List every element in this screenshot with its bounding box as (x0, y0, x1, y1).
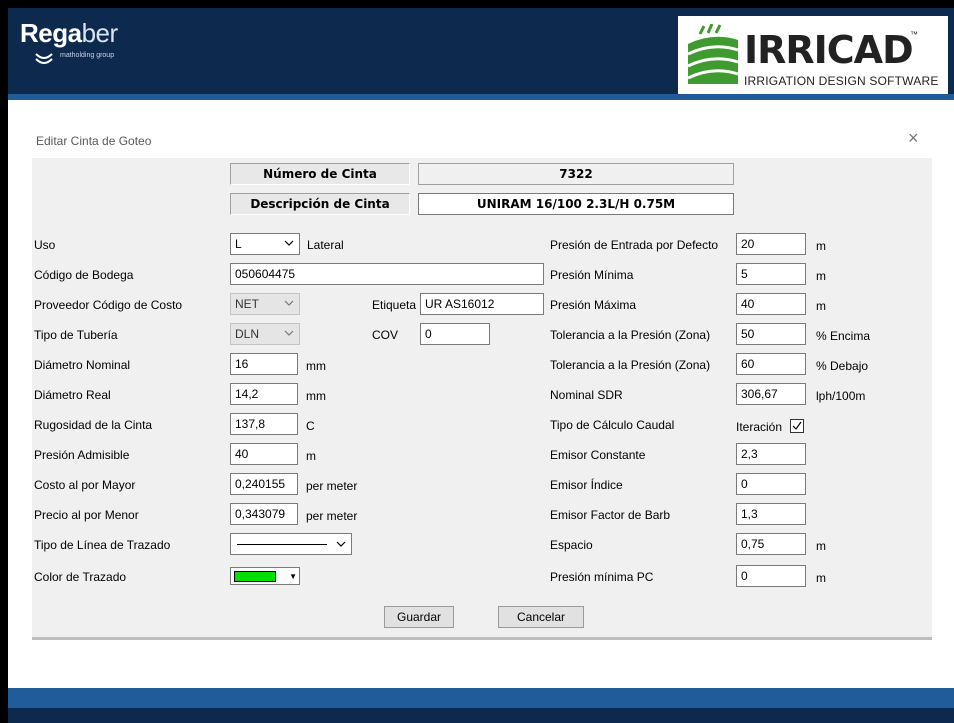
color-swatch (234, 571, 276, 582)
diametro-real-input[interactable]: 14,2 (230, 383, 298, 405)
irricad-logo: IRRICAD ™ IRRIGATION DESIGN SOFTWARE (678, 16, 948, 96)
precio-input[interactable]: 0,343079 (230, 503, 298, 525)
tolerancia-debajo-label: Tolerancia a la Presión (Zona) (550, 358, 711, 372)
rugosidad-unit: C (306, 419, 315, 433)
nominal-sdr-label: Nominal SDR (550, 388, 623, 402)
presion-minima-pc-label: Presión mínima PC (550, 570, 654, 584)
tolerancia-debajo-input[interactable]: 60 (736, 353, 806, 375)
proveedor-select[interactable]: NET (230, 293, 300, 315)
chevron-down-icon (336, 541, 346, 547)
presion-minima-pc-input[interactable]: 0 (736, 565, 806, 587)
presion-admisible-label: Presión Admisible (34, 448, 130, 462)
irricad-field-icon (687, 24, 739, 84)
tuberia-select[interactable]: DLN (230, 323, 300, 345)
presion-entrada-unit: m (816, 239, 826, 253)
presion-maxima-label: Presión Máxima (550, 298, 637, 312)
presion-admisible-unit: m (306, 449, 316, 463)
tolerancia-encima-unit: % Encima (816, 329, 871, 343)
footer-dark (8, 708, 954, 723)
tape-description-value: UNIRAM 16/100 2.3L/H 0.75M (418, 193, 734, 215)
irricad-title: IRRICAD (744, 28, 914, 72)
irricad-subtitle: IRRIGATION DESIGN SOFTWARE (744, 74, 939, 88)
diametro-nominal-input[interactable]: 16 (230, 353, 298, 375)
emisor-indice-input[interactable]: 0 (736, 473, 806, 495)
costo-input[interactable]: 0,240155 (230, 473, 298, 495)
precio-label: Precio al por Menor (34, 508, 139, 522)
chevron-down-icon (284, 330, 294, 336)
tape-number-value: 7322 (418, 163, 734, 185)
diametro-real-label: Diámetro Real (34, 388, 111, 402)
presion-minima-input[interactable]: 5 (736, 263, 806, 285)
emisor-indice-label: Emisor Índice (550, 478, 623, 492)
dropdown-arrow-icon: ▼ (289, 572, 297, 581)
codigo-input[interactable]: 050604475 (230, 263, 544, 285)
color-trazado-picker[interactable]: ▼ (230, 567, 300, 585)
dialog-title: Editar Cinta de Goteo (36, 134, 152, 148)
checkmark-icon (792, 421, 802, 430)
presion-admisible-input[interactable]: 40 (230, 443, 298, 465)
cov-label: COV (372, 328, 399, 342)
irricad-trademark: ™ (910, 30, 918, 39)
espacio-unit: m (816, 539, 826, 553)
precio-unit: per meter (306, 509, 358, 523)
rugosidad-label: Rugosidad de la Cinta (34, 418, 153, 432)
uso-select[interactable]: L (230, 233, 300, 255)
codigo-label: Código de Bodega (34, 268, 134, 282)
nominal-sdr-unit: lph/100m (816, 389, 866, 403)
regaber-swirl-icon (35, 53, 53, 64)
presion-minima-label: Presión Mínima (550, 268, 634, 282)
presion-minima-unit: m (816, 269, 826, 283)
presion-maxima-unit: m (816, 299, 826, 313)
tolerancia-encima-label: Tolerancia a la Presión (Zona) (550, 328, 711, 342)
save-button[interactable]: Guardar (384, 606, 454, 628)
emisor-constante-input[interactable]: 2,3 (736, 443, 806, 465)
calculo-caudal-label: Tipo de Cálculo Caudal (550, 418, 675, 432)
emisor-barb-input[interactable]: 1,3 (736, 503, 806, 525)
chevron-down-icon (284, 300, 294, 306)
cov-input[interactable]: 0 (420, 323, 490, 345)
uso-description: Lateral (307, 238, 344, 252)
proveedor-label: Proveedor Código de Costo (34, 298, 183, 312)
presion-maxima-input[interactable]: 40 (736, 293, 806, 315)
banner-divider (8, 94, 954, 100)
nominal-sdr-input[interactable]: 306,67 (736, 383, 806, 405)
uso-label: Uso (34, 238, 56, 252)
page: Regaber matholding group IRRICAD ™ IRRIG… (8, 8, 954, 723)
costo-label: Costo al por Mayor (34, 478, 136, 492)
color-trazado-label: Color de Trazado (34, 570, 127, 584)
espacio-input[interactable]: 0,75 (736, 533, 806, 555)
etiqueta-label: Etiqueta (372, 298, 417, 312)
presion-entrada-input[interactable]: 20 (736, 233, 806, 255)
linea-trazado-select[interactable] (230, 533, 352, 555)
edit-tape-form: Número de Cinta 7322 Descripción de Cint… (32, 158, 932, 640)
chevron-down-icon (284, 240, 294, 246)
header-banner: Regaber matholding group IRRICAD ™ IRRIG… (8, 8, 954, 96)
close-icon[interactable]: × (908, 129, 924, 147)
iteracion-checkbox[interactable] (790, 419, 804, 433)
presion-entrada-label: Presión de Entrada por Defecto (550, 238, 719, 252)
rugosidad-input[interactable]: 137,8 (230, 413, 298, 435)
tape-description-label: Descripción de Cinta (230, 193, 410, 215)
emisor-barb-label: Emisor Factor de Barb (550, 508, 671, 522)
diametro-real-unit: mm (306, 389, 326, 403)
emisor-constante-label: Emisor Constante (550, 448, 646, 462)
tuberia-label: Tipo de Tubería (34, 328, 118, 342)
presion-minima-pc-unit: m (816, 571, 826, 585)
etiqueta-input[interactable]: UR AS16012 (420, 293, 544, 315)
linea-trazado-label: Tipo de Línea de Trazado (34, 538, 171, 552)
regaber-subtitle: matholding group (60, 52, 115, 59)
regaber-logo: Regaber (20, 18, 118, 48)
line-style-preview (237, 544, 327, 545)
tape-number-label: Número de Cinta (230, 163, 410, 185)
costo-unit: per meter (306, 479, 358, 493)
diametro-nominal-label: Diámetro Nominal (34, 358, 131, 372)
tolerancia-encima-input[interactable]: 50 (736, 323, 806, 345)
iteracion-label: Iteración (736, 420, 783, 434)
footer-band (8, 688, 954, 708)
cancel-button[interactable]: Cancelar (498, 606, 584, 628)
tolerancia-debajo-unit: % Debajo (816, 359, 869, 373)
espacio-label: Espacio (550, 538, 593, 552)
diametro-nominal-unit: mm (306, 359, 326, 373)
